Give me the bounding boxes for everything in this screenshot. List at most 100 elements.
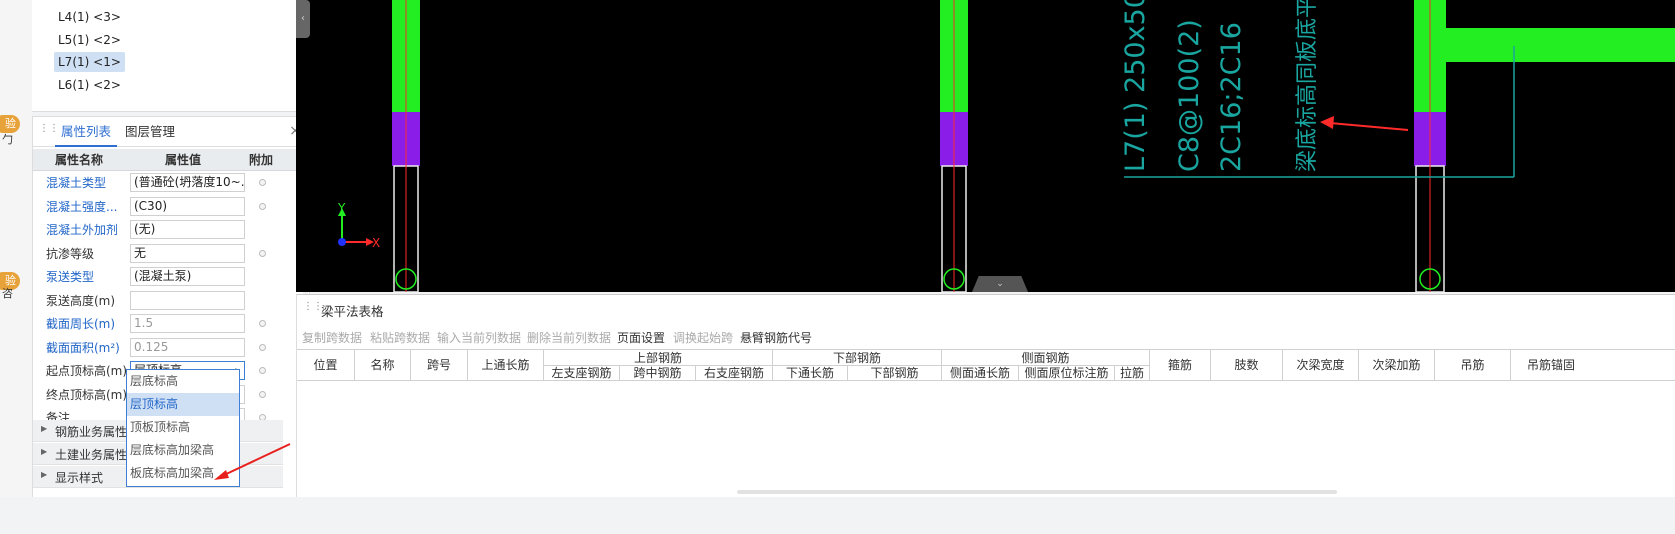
copy-span-data-button[interactable]: 复制跨数据	[302, 329, 362, 346]
col-secondary-add[interactable]: 次梁加筋	[1359, 350, 1435, 381]
paste-span-data-button[interactable]: 粘贴跨数据	[370, 329, 430, 346]
property-value-field[interactable]: (普通砼(坍落度10~...	[130, 173, 245, 192]
property-name[interactable]: 截面周长(m)	[46, 315, 115, 332]
cantilever-rebar-code-button[interactable]: 悬臂钢筋代号	[740, 329, 812, 346]
collapse-left-panel-icon[interactable]: ‹	[296, 0, 310, 38]
col-group-upper: 上部钢筋	[544, 350, 773, 366]
extra-radio[interactable]	[259, 390, 266, 398]
group-label: 显示样式	[55, 471, 104, 485]
axis-indicator: Y X	[337, 201, 380, 250]
extra-radio[interactable]	[259, 367, 266, 374]
col-mid-span[interactable]: 跨中钢筋	[620, 366, 696, 381]
col-right-seat[interactable]: 右支座钢筋	[696, 366, 773, 381]
extra-radio[interactable]	[259, 343, 266, 351]
property-value-text: 0.125	[134, 339, 169, 354]
tab-property-list[interactable]: 属性列表	[55, 117, 118, 147]
property-row: 混凝土外加剂 (无)	[33, 218, 303, 242]
col-position[interactable]: 位置	[297, 350, 355, 381]
property-value-field[interactable]: (混凝土泵)	[130, 267, 245, 286]
property-row: 泵送高度(m)	[33, 289, 303, 313]
extra-radio[interactable]	[259, 249, 266, 257]
edge-label-2: 咨	[2, 287, 13, 300]
cad-viewport[interactable]: L7(1) 250x500 C8@100(2) 2C16;2C16 梁底标高同板…	[296, 0, 1675, 292]
property-name: 起点顶标高(m)	[46, 364, 128, 378]
header-prop-value: 属性值	[165, 153, 202, 167]
col-tie[interactable]: 拉筋	[1115, 366, 1150, 381]
tree-item-l6[interactable]: L6(1) <2>	[54, 75, 125, 95]
tree-item-l5[interactable]: L5(1) <2>	[54, 30, 125, 50]
property-name[interactable]: 混凝土外加剂	[46, 221, 118, 238]
annotation-arrow-beam	[1329, 122, 1409, 131]
property-name[interactable]: 混凝土强度...	[46, 198, 117, 215]
col-secondary-width[interactable]: 次梁宽度	[1283, 350, 1359, 381]
property-value-text: 无	[134, 245, 147, 260]
property-value-field[interactable]: (C30)	[130, 196, 245, 216]
col-legs[interactable]: 肢数	[1211, 350, 1283, 381]
extra-radio[interactable]	[259, 179, 266, 186]
axis-x-label: X	[372, 236, 380, 250]
beam-label-name: L7(1) 250x500	[1120, 0, 1151, 172]
property-row: 混凝土类型 (普通砼(坍落度10~...	[33, 171, 303, 195]
beam-label-stirrup: C8@100(2)	[1174, 19, 1205, 172]
col-left-seat[interactable]: 左支座钢筋	[544, 366, 620, 381]
property-name[interactable]: 泵送类型	[46, 268, 94, 285]
col-hanger[interactable]: 吊筋	[1435, 350, 1511, 381]
column-2	[940, 0, 968, 292]
property-value-text: (无)	[134, 222, 156, 236]
dropdown-option-floor-top[interactable]: 层顶标高	[127, 393, 239, 416]
input-column-data-button[interactable]: 输入当前列数据	[437, 329, 521, 346]
column-3	[1414, 0, 1675, 292]
property-name[interactable]: 混凝土类型	[46, 174, 106, 191]
dropdown-option-floor-bottom[interactable]: 层底标高	[127, 370, 239, 393]
tab-layer-management[interactable]: 图层管理	[119, 117, 181, 147]
table-toolbar: 复制跨数据 粘贴跨数据 输入当前列数据 删除当前列数据 页面设置 调换起始跨 悬…	[297, 327, 1675, 349]
property-name: 抗渗等级	[46, 246, 95, 261]
property-value-text: 1.5	[134, 316, 154, 330]
property-name: 泵送高度(m)	[46, 293, 116, 308]
collapse-bottom-panel-icon[interactable]: ⌄	[972, 276, 1028, 292]
property-value-field[interactable]: 1.5	[130, 314, 245, 333]
table-horizontal-scrollbar[interactable]	[737, 490, 1337, 494]
col-group-side: 侧面钢筋	[942, 350, 1150, 366]
property-row: 截面周长(m) 1.5	[33, 312, 303, 336]
expand-triangle-icon[interactable]: ▶	[41, 424, 47, 433]
col-span[interactable]: 跨号	[411, 350, 468, 381]
col-side-mark[interactable]: 侧面原位标注筋	[1019, 366, 1115, 381]
expand-triangle-icon[interactable]: ▶	[41, 470, 47, 479]
swap-start-span-button[interactable]: 调换起始跨	[673, 329, 733, 346]
edge-label-1: 勹	[2, 133, 13, 146]
col-side-long[interactable]: 侧面通长筋	[942, 366, 1019, 381]
beam-label-elevation: 梁底标高同板底平	[1295, 0, 1320, 172]
table-panel-title: 梁平法表格	[321, 304, 384, 319]
col-bottom-long[interactable]: 下通长筋	[773, 366, 848, 381]
drag-grip-icon[interactable]: ⋮⋮	[303, 302, 323, 312]
property-value-field[interactable]	[130, 290, 245, 310]
property-row: 混凝土强度... (C30)	[33, 195, 303, 219]
left-edge-strip: 验 勹 验 咨	[0, 0, 32, 534]
col-bottom-bar[interactable]: 下部钢筋	[848, 366, 942, 381]
cad-drawing[interactable]: L7(1) 250x500 C8@100(2) 2C16;2C16 梁底标高同板…	[296, 0, 1675, 292]
page-setup-button[interactable]: 页面设置	[617, 329, 665, 346]
property-value-field[interactable]: 0.125	[130, 337, 245, 357]
property-value-text: (C30)	[134, 198, 168, 213]
panel-tabbar: ⋮⋮ 属性列表 图层管理 ×	[33, 117, 309, 147]
property-table-header: 属性名称 属性值 附加	[33, 149, 303, 171]
property-value-field[interactable]: 无	[130, 243, 245, 263]
table-header: 位置 名称 跨号 上通长筋 上部钢筋 左支座钢筋 跨中钢筋 右支座钢筋 下部钢筋…	[297, 349, 1675, 381]
tree-item-l7[interactable]: L7(1) <1>	[54, 52, 125, 72]
col-stirrup[interactable]: 箍筋	[1150, 350, 1211, 381]
col-name[interactable]: 名称	[355, 350, 411, 381]
property-name[interactable]: 截面面积(m²)	[46, 339, 120, 356]
tree-item-l4[interactable]: L4(1) <3>	[54, 7, 125, 27]
extra-radio[interactable]	[259, 320, 266, 327]
component-tree: L4(1) <3> L5(1) <2> L7(1) <1> L6(1) <2>	[32, 0, 310, 112]
property-value-field[interactable]: (无)	[130, 220, 245, 239]
col-top-long[interactable]: 上通长筋	[468, 350, 544, 381]
col-hanger-anchor[interactable]: 吊筋锚固	[1511, 350, 1675, 381]
dropdown-option-slab-top[interactable]: 顶板顶标高	[127, 416, 239, 439]
axis-y-label: Y	[337, 201, 346, 215]
extra-radio[interactable]	[259, 202, 266, 210]
delete-column-data-button[interactable]: 删除当前列数据	[527, 329, 611, 346]
drag-grip-icon[interactable]: ⋮⋮	[39, 124, 59, 139]
expand-triangle-icon[interactable]: ▶	[41, 447, 47, 456]
